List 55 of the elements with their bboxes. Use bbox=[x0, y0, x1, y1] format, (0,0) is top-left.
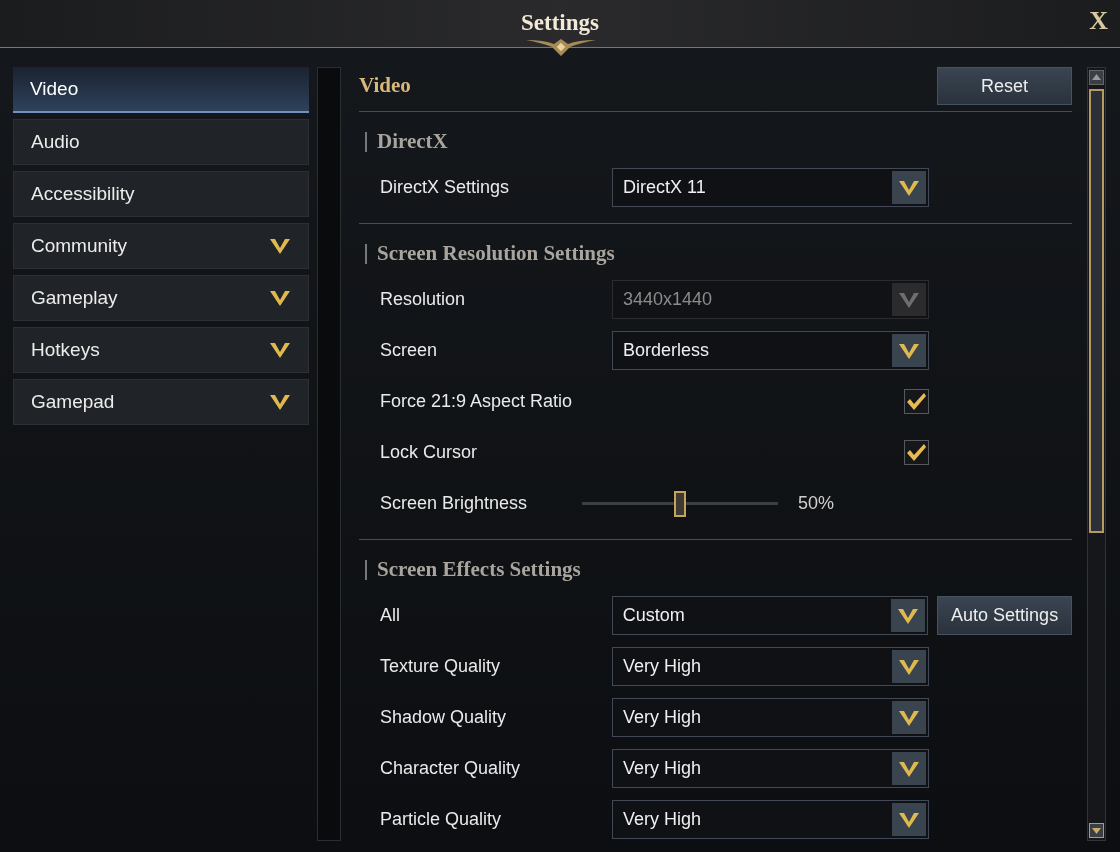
dropdown[interactable]: Very High bbox=[612, 749, 929, 788]
slider-value: 50% bbox=[798, 492, 835, 515]
chevron-down-icon bbox=[898, 178, 920, 197]
close-button[interactable]: X bbox=[1085, 8, 1112, 34]
section-heading: Screen Resolution Settings bbox=[377, 240, 615, 268]
setting-label: Screen bbox=[380, 339, 439, 362]
brightness-slider[interactable] bbox=[582, 490, 778, 517]
dropdown: 3440x1440 bbox=[612, 280, 929, 319]
setting-label: Particle Quality bbox=[380, 808, 503, 831]
chevron-down-icon bbox=[898, 290, 920, 309]
sidebar-item[interactable]: Audio bbox=[13, 119, 309, 165]
window-title: Settings bbox=[521, 9, 599, 38]
setting-label: Force 21:9 Aspect Ratio bbox=[380, 390, 574, 413]
sidebar-item[interactable]: Gameplay bbox=[13, 275, 309, 321]
setting-label: All bbox=[380, 604, 401, 627]
reset-button[interactable]: Reset bbox=[937, 67, 1072, 105]
chevron-down-icon bbox=[898, 810, 920, 829]
setting-label: Character Quality bbox=[380, 757, 522, 780]
dropdown[interactable]: Borderless bbox=[612, 331, 929, 370]
slider-thumb[interactable] bbox=[674, 490, 686, 517]
chevron-down-icon bbox=[898, 759, 920, 778]
chevron-down-icon bbox=[269, 341, 291, 359]
dropdown[interactable]: Very High bbox=[612, 647, 929, 686]
auto-settings-button[interactable]: Auto Settings bbox=[937, 596, 1072, 635]
checkbox[interactable] bbox=[904, 440, 929, 465]
scrollbar[interactable] bbox=[1087, 67, 1106, 841]
dropdown[interactable]: Custom bbox=[611, 596, 929, 635]
setting-label: DirectX Settings bbox=[380, 176, 511, 199]
chevron-down-icon bbox=[269, 393, 291, 411]
page-heading: Video bbox=[359, 72, 411, 100]
scroll-up-icon[interactable] bbox=[1089, 70, 1104, 85]
setting-label: Screen Brightness bbox=[380, 492, 529, 515]
chevron-down-icon bbox=[269, 237, 291, 255]
section-heading: Screen Effects Settings bbox=[377, 556, 581, 584]
sidebar-item[interactable]: Video bbox=[13, 67, 309, 113]
sidebar-item[interactable]: Accessibility bbox=[13, 171, 309, 217]
chevron-down-icon bbox=[898, 708, 920, 727]
dropdown[interactable]: Very High bbox=[612, 800, 929, 839]
chevron-down-icon bbox=[897, 606, 920, 625]
scroll-down-icon[interactable] bbox=[1089, 823, 1104, 838]
chevron-down-icon bbox=[898, 341, 920, 360]
checkbox[interactable] bbox=[904, 389, 929, 414]
chevron-down-icon bbox=[269, 289, 291, 307]
sidebar-item[interactable]: Community bbox=[13, 223, 309, 269]
setting-label: Shadow Quality bbox=[380, 706, 508, 729]
setting-label: Resolution bbox=[380, 288, 467, 311]
scroll-thumb[interactable] bbox=[1089, 89, 1104, 533]
dropdown[interactable]: DirectX 11 bbox=[612, 168, 929, 207]
chevron-down-icon bbox=[898, 657, 920, 676]
sidebar-item[interactable]: Gamepad bbox=[13, 379, 309, 425]
dropdown[interactable]: Very High bbox=[612, 698, 929, 737]
sidebar-item[interactable]: Hotkeys bbox=[13, 327, 309, 373]
setting-label: Lock Cursor bbox=[380, 441, 479, 464]
section-heading: DirectX bbox=[377, 128, 448, 156]
setting-label: Texture Quality bbox=[380, 655, 502, 678]
